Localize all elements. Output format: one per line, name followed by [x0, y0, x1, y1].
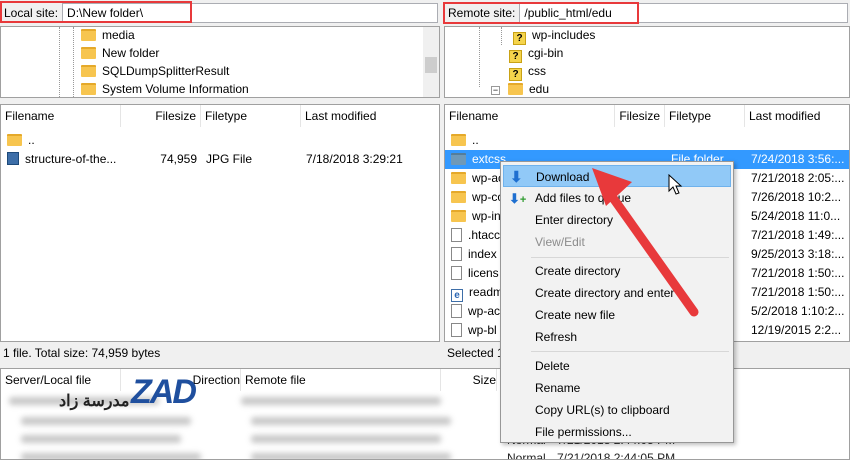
menu-rename[interactable]: Rename	[503, 377, 731, 399]
folder-icon	[508, 83, 523, 95]
queue-priority: Normal	[507, 451, 546, 460]
tree-item-wp-includes[interactable]: ? wp-includes	[513, 27, 595, 45]
queue-time: 7/21/2018 2:44:05 PM	[557, 451, 676, 460]
file-icon	[451, 304, 462, 318]
folder-icon	[7, 134, 22, 146]
col-server-local-file[interactable]: Server/Local file	[1, 369, 121, 391]
local-site-annotation	[0, 1, 192, 23]
image-file-icon	[7, 152, 19, 165]
logo-mark: ZAD	[131, 373, 197, 411]
folder-icon	[451, 210, 466, 222]
col-filename[interactable]: Filename	[445, 105, 615, 127]
tree-item-media[interactable]: media	[81, 27, 135, 44]
folder-icon	[81, 83, 96, 95]
tree-item-css[interactable]: ? css	[509, 62, 546, 81]
tree-item-cgi-bin[interactable]: ? cgi-bin	[509, 44, 563, 63]
col-filesize[interactable]: Filesize	[615, 105, 665, 127]
file-icon	[451, 323, 462, 337]
local-tree: media New folder SQLDumpSplitterResult S…	[0, 26, 440, 98]
col-filename[interactable]: Filename	[1, 105, 121, 127]
download-arrow-icon: ⬇	[510, 169, 523, 186]
tree-item-sqldump[interactable]: SQLDumpSplitterResult	[81, 62, 229, 80]
local-tree-scrollbar[interactable]	[423, 27, 439, 97]
annotation-arrow-icon	[592, 168, 699, 317]
add-queue-icon: ⬇+	[509, 191, 527, 206]
logo-arabic-text: مدرسة زاد	[59, 393, 130, 410]
table-row[interactable]: structure-of-the... 74,959 JPG File 7/18…	[1, 150, 439, 169]
menu-file-permissions[interactable]: File permissions...	[503, 421, 731, 443]
tree-item-new-folder[interactable]: New folder	[81, 44, 159, 62]
file-icon	[451, 228, 462, 242]
file-icon	[451, 266, 462, 280]
local-file-list: Filename Filesize Filetype Last modified…	[0, 104, 440, 342]
tree-item-system-volume[interactable]: System Volume Information	[81, 80, 249, 97]
tree-item-edu[interactable]: − edu	[491, 80, 549, 97]
html-file-icon: e	[451, 289, 463, 302]
folder-icon	[81, 29, 96, 41]
folder-icon	[451, 172, 466, 184]
folder-icon	[81, 47, 96, 59]
menu-copy-url[interactable]: Copy URL(s) to clipboard	[503, 399, 731, 421]
col-filesize[interactable]: Filesize	[121, 105, 201, 127]
menu-delete[interactable]: Delete	[503, 355, 731, 377]
col-size[interactable]: Size	[441, 369, 497, 391]
mouse-cursor-icon	[668, 174, 683, 195]
table-row[interactable]: ..	[1, 131, 439, 150]
remote-tree: ? wp-includes ? cgi-bin ? css − edu	[444, 26, 850, 98]
remote-site-annotation	[443, 2, 639, 24]
file-icon	[451, 247, 462, 261]
col-filetype[interactable]: Filetype	[201, 105, 301, 127]
col-remote-file[interactable]: Remote file	[241, 369, 441, 391]
folder-icon	[451, 191, 466, 203]
folder-icon	[451, 153, 466, 165]
col-last-modified[interactable]: Last modified	[745, 105, 849, 127]
folder-icon	[81, 65, 96, 77]
table-row[interactable]: ..	[445, 131, 849, 150]
collapse-icon[interactable]: −	[491, 86, 500, 95]
local-status: 1 file. Total size: 74,959 bytes	[3, 346, 161, 360]
col-last-modified[interactable]: Last modified	[301, 105, 439, 127]
folder-icon	[451, 134, 466, 146]
menu-separator	[531, 351, 729, 352]
col-filetype[interactable]: Filetype	[665, 105, 745, 127]
